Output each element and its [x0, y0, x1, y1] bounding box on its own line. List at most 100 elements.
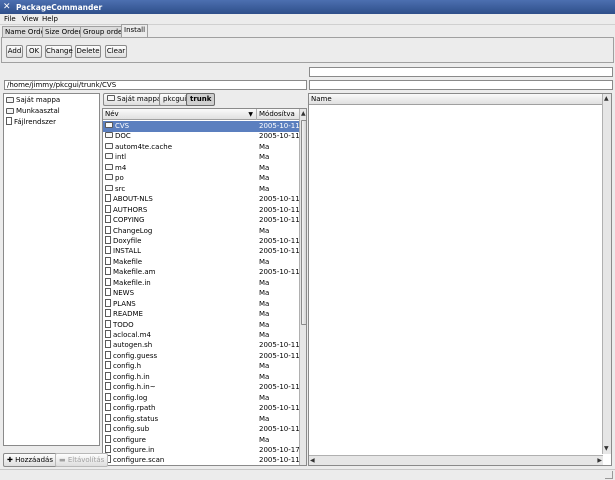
- file-row[interactable]: NEWS Ma: [103, 288, 299, 299]
- file-icon: [105, 361, 111, 370]
- folder-icon: [105, 174, 113, 181]
- file-row[interactable]: configure.in 2005-10-17: [103, 444, 300, 456]
- file-icon: [105, 434, 111, 443]
- file-row[interactable]: po Ma: [103, 173, 299, 184]
- path-input[interactable]: /home/jimmy/pkcgui/trunk/CVS: [4, 80, 307, 90]
- delete-button[interactable]: Delete: [75, 45, 101, 58]
- file-name: config.guess: [113, 351, 158, 360]
- file-name: aclocal.m4: [113, 331, 151, 339]
- file-modified: 2005-10-11: [259, 195, 300, 204]
- file-icon: [105, 403, 111, 412]
- file-row[interactable]: Makefile.am 2005-10-11: [103, 267, 300, 278]
- info-field-2[interactable]: [309, 80, 613, 90]
- file-row[interactable]: AUTHORS 2005-10-11: [103, 204, 300, 216]
- file-row[interactable]: autom4te.cache Ma: [103, 142, 299, 153]
- path-segment-trunk[interactable]: trunk: [186, 93, 216, 106]
- file-row[interactable]: COPYING 2005-10-11: [103, 215, 300, 226]
- folder-icon: [105, 163, 113, 170]
- file-modified: Ma: [259, 320, 270, 329]
- file-name: autogen.sh: [113, 341, 153, 350]
- resize-grip-icon[interactable]: [605, 471, 613, 479]
- remove-place-button[interactable]: ▬ Eltávolítás: [55, 453, 109, 467]
- scroll-right-icon[interactable]: ▶: [597, 457, 602, 465]
- file-row[interactable]: ABOUT-NLS 2005-10-11: [103, 194, 300, 205]
- file-row[interactable]: Makefile.in Ma: [103, 277, 299, 289]
- file-row[interactable]: README Ma: [103, 309, 299, 320]
- file-row[interactable]: configure.scan 2005-10-11: [103, 455, 300, 465]
- file-row[interactable]: TODO Ma: [103, 319, 299, 331]
- file-modified: 2005-10-11: [259, 216, 300, 225]
- file-list-header: Név ▼ Módosítva: [103, 109, 299, 120]
- file-icon: [105, 444, 111, 453]
- title-bar[interactable]: ✕ PackageCommander: [0, 0, 615, 14]
- file-modified: Ma: [259, 153, 270, 162]
- clear-button[interactable]: Clear: [105, 45, 127, 58]
- ok-button[interactable]: OK: [26, 45, 42, 58]
- add-place-button[interactable]: ✚ Hozzáadás: [3, 453, 57, 467]
- tab-size-order[interactable]: Size Order: [42, 26, 85, 37]
- file-name: config.status: [113, 414, 159, 423]
- column-modified-header[interactable]: Módosítva: [257, 109, 299, 120]
- tab-install[interactable]: Install: [121, 24, 149, 37]
- file-list-scrollbar[interactable]: ▲: [299, 109, 306, 465]
- file-row[interactable]: configure Ma: [103, 434, 299, 446]
- file-icon: [105, 298, 111, 307]
- file-row[interactable]: src Ma: [103, 184, 299, 195]
- file-row[interactable]: Makefile Ma: [103, 256, 299, 268]
- menu-help[interactable]: Help: [42, 15, 58, 23]
- sort-down-icon: ▼: [248, 111, 253, 118]
- file-modified: 2005-10-11: [259, 247, 300, 256]
- file-row[interactable]: config.guess 2005-10-11: [103, 350, 300, 362]
- name-panel-vscrollbar[interactable]: ▲ ▼: [602, 94, 611, 454]
- file-row[interactable]: aclocal.m4 Ma: [103, 330, 299, 341]
- file-modified: Ma: [259, 226, 270, 235]
- file-icon: [105, 392, 111, 401]
- places-panel: Saját mappa Munkaasztal Fájlrendszer: [3, 93, 100, 446]
- file-row[interactable]: autogen.sh 2005-10-11: [103, 340, 300, 351]
- folder-icon: [107, 95, 115, 101]
- file-row[interactable]: config.sub 2005-10-11: [103, 424, 300, 435]
- info-field-1[interactable]: [309, 67, 613, 77]
- column-name-header[interactable]: Név ▼: [103, 109, 257, 120]
- scroll-left-icon[interactable]: ◀: [310, 457, 315, 465]
- file-modified: Ma: [259, 393, 270, 402]
- file-row[interactable]: Doxyfile 2005-10-11: [103, 235, 300, 247]
- file-row[interactable]: intl Ma: [103, 152, 299, 163]
- scroll-up-icon[interactable]: ▲: [604, 95, 609, 103]
- file-name: po: [115, 174, 124, 183]
- file-name: configure.in: [113, 445, 155, 454]
- add-button[interactable]: Add: [6, 45, 23, 58]
- file-row[interactable]: config.log Ma: [103, 392, 299, 404]
- selected-files-panel: Name ▲ ▼ ◀ ▶: [308, 93, 612, 466]
- file-row[interactable]: DOC 2005-10-11: [103, 131, 300, 142]
- place-desktop[interactable]: Munkaasztal: [6, 106, 60, 116]
- file-row[interactable]: config.rpath 2005-10-11: [103, 403, 300, 414]
- window-title: PackageCommander: [16, 3, 103, 12]
- file-modified: Ma: [259, 435, 270, 444]
- change-button[interactable]: Change: [45, 45, 73, 58]
- file-icon: [105, 413, 111, 422]
- file-icon: [105, 288, 111, 297]
- menu-file[interactable]: File: [4, 15, 16, 23]
- file-modified: 2005-10-11: [259, 341, 300, 350]
- file-row[interactable]: INSTALL 2005-10-11: [103, 246, 300, 257]
- file-row[interactable]: config.status Ma: [103, 413, 299, 425]
- file-row[interactable]: config.h.in Ma: [103, 371, 299, 383]
- file-row[interactable]: PLANS Ma: [103, 298, 299, 310]
- scroll-up-icon[interactable]: ▲: [301, 110, 306, 118]
- place-filesystem[interactable]: Fájlrendszer: [6, 117, 56, 127]
- file-row[interactable]: CVS 2005-10-11: [103, 121, 300, 132]
- file-row[interactable]: ChangeLog Ma: [103, 225, 299, 237]
- column-name-header-right[interactable]: Name: [309, 94, 603, 105]
- file-icon: [105, 267, 111, 276]
- file-row[interactable]: m4 Ma: [103, 163, 299, 174]
- scroll-down-icon[interactable]: ▼: [604, 445, 609, 453]
- file-row[interactable]: config.h Ma: [103, 361, 299, 372]
- name-panel-hscrollbar[interactable]: ◀ ▶: [309, 455, 603, 465]
- file-row[interactable]: config.h.in~ 2005-10-11: [103, 382, 300, 393]
- file-modified: 2005-10-11: [259, 122, 300, 130]
- place-home[interactable]: Saját mappa: [6, 95, 60, 105]
- path-home-button[interactable]: Saját mappa: [103, 93, 166, 106]
- menu-view[interactable]: View: [22, 15, 39, 23]
- scroll-thumb[interactable]: [301, 120, 306, 325]
